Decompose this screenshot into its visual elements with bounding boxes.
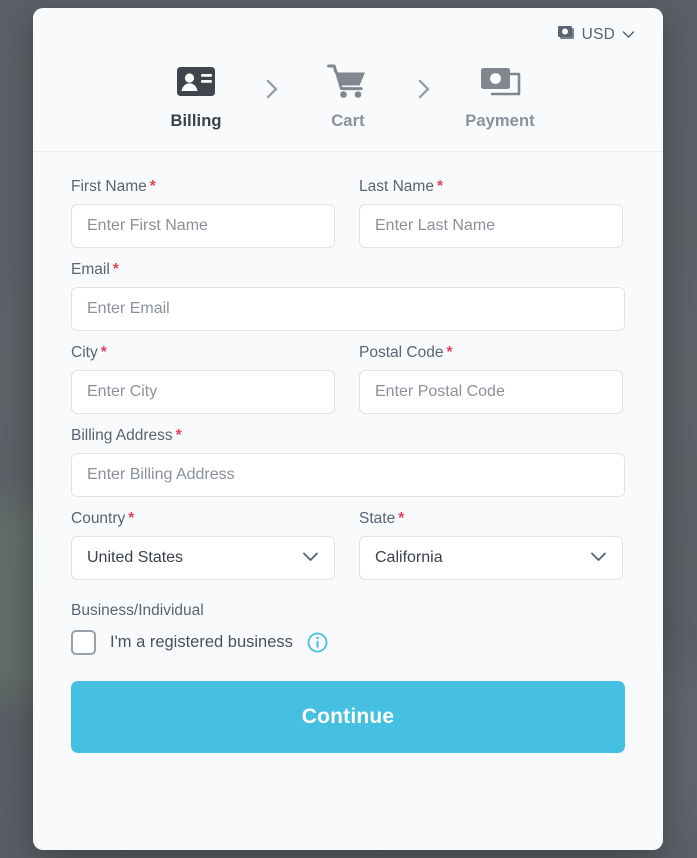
checkout-steps: Billing Cart Payment [33,45,663,151]
registered-business-checkbox[interactable] [71,630,96,655]
city-postal-row: City * Enter City Postal Code * Enter Post… [71,344,625,427]
chevron-down-icon [302,549,319,567]
required-marker: * [446,344,453,361]
registered-business-label: I'm a registered business [110,633,293,651]
last-name-label: Last Name * [359,178,443,195]
email-field-group: Email * Enter Email [71,261,625,331]
first-name-input[interactable]: Enter First Name [71,204,335,248]
step-cart[interactable]: Cart [290,61,406,131]
billing-address-input[interactable]: Enter Billing Address [71,453,625,497]
required-marker: * [149,178,156,195]
postal-code-field-group: Postal Code * Enter Postal Code [359,344,623,414]
billing-address-label: Billing Address * [71,427,182,444]
last-name-input[interactable]: Enter Last Name [359,204,623,248]
country-field-group: Country * United States [71,510,335,580]
country-select[interactable]: United States [71,536,335,580]
required-marker: * [100,344,107,361]
required-marker: * [175,427,182,444]
city-field-group: City * Enter City [71,344,335,414]
required-marker: * [128,510,135,527]
billing-form: First Name * Enter First Name Last Name * … [33,152,663,655]
email-input[interactable]: Enter Email [71,287,625,331]
country-selected-value: United States [87,549,184,566]
email-placeholder: Enter Email [87,300,170,317]
step-cart-label: Cart [331,112,365,130]
country-state-row: Country * United States State * Californi [71,510,625,593]
required-marker: * [112,261,119,278]
first-name-field-group: First Name * Enter First Name [71,178,335,248]
postal-code-placeholder: Enter Postal Code [375,383,505,400]
first-name-label: First Name * [71,178,156,195]
state-field-group: State * California [359,510,623,580]
city-placeholder: Enter City [87,383,158,400]
business-section: Business/Individual I'm a registered bus… [71,602,625,655]
step-payment[interactable]: Payment [442,61,558,131]
state-select[interactable]: California [359,536,623,580]
modal-header: USD Billing Cart Payment [33,8,663,152]
id-card-icon [176,61,216,101]
last-name-placeholder: Enter Last Name [375,217,496,234]
required-marker: * [436,178,443,195]
billing-address-placeholder: Enter Billing Address [87,466,235,483]
postal-code-label: Postal Code * [359,344,453,361]
name-row: First Name * Enter First Name Last Name * … [71,178,625,261]
checkout-billing-modal: USD Billing Cart Payment First Name * En… [33,8,663,850]
business-section-label: Business/Individual [71,602,204,619]
city-label: City * [71,344,107,361]
step-billing[interactable]: Billing [138,61,254,131]
required-marker: * [398,510,405,527]
currency-label: USD [581,25,615,43]
country-label: Country * [71,510,135,527]
email-label: Email * [71,261,119,278]
first-name-placeholder: Enter First Name [87,217,208,234]
step-payment-label: Payment [465,112,535,130]
state-selected-value: California [375,549,443,566]
banknotes-icon [556,24,575,45]
postal-code-input[interactable]: Enter Postal Code [359,370,623,414]
step-billing-label: Billing [170,112,222,130]
registered-business-row: I'm a registered business [71,630,625,655]
chevron-right-icon [406,69,442,109]
continue-button[interactable]: Continue [71,681,625,753]
actions: Continue [33,655,663,753]
state-label: State * [359,510,405,527]
city-input[interactable]: Enter City [71,370,335,414]
currency-selector[interactable]: USD [556,24,635,45]
last-name-field-group: Last Name * Enter Last Name [359,178,623,248]
chevron-down-icon [622,26,635,44]
billing-address-field-group: Billing Address * Enter Billing Address [71,427,625,497]
chevron-right-icon [254,69,290,109]
banknotes-icon [479,61,521,101]
shopping-cart-icon [327,61,369,101]
currency-row: USD [33,8,663,45]
info-circle-icon[interactable] [307,632,328,653]
chevron-down-icon [590,549,607,567]
